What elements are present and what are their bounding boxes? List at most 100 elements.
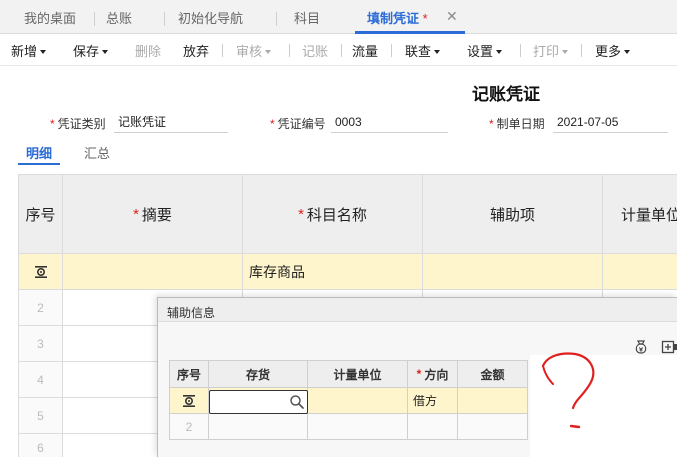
print-label: 打印 bbox=[533, 44, 560, 59]
row4-summary-cell[interactable] bbox=[63, 362, 158, 398]
row-settings-gear[interactable] bbox=[18, 254, 63, 290]
required-mark: * bbox=[133, 205, 139, 223]
audit-button[interactable]: 审核 bbox=[236, 41, 272, 60]
tab-fill-voucher[interactable]: 填制凭证 * bbox=[367, 0, 428, 34]
tab-separator bbox=[94, 12, 95, 26]
new-button[interactable]: 新增 bbox=[11, 41, 47, 60]
col-header-summary-text: 摘要 bbox=[141, 206, 172, 224]
flow-button[interactable]: 流量 bbox=[352, 41, 378, 60]
voucher-type-label: * 凭证类别 bbox=[50, 115, 106, 132]
tab-init-navigation[interactable]: 初始化导航 bbox=[178, 0, 243, 34]
print-button[interactable]: 打印 bbox=[533, 41, 569, 60]
aux-row2-inventory-cell[interactable] bbox=[209, 414, 308, 440]
col-header-summary: * 摘要 bbox=[63, 174, 243, 254]
tab-fill-voucher-label: 填制凭证 bbox=[367, 11, 420, 26]
col-header-account-text: 科目名称 bbox=[306, 206, 367, 224]
aux-col-header-inventory: 存货 bbox=[209, 360, 308, 388]
close-icon[interactable]: ✕ bbox=[446, 9, 458, 23]
audit-button-label: 审核 bbox=[236, 44, 263, 59]
tab-separator bbox=[164, 12, 165, 26]
inventory-search-input[interactable] bbox=[209, 390, 308, 414]
chevron-down-icon bbox=[562, 50, 569, 54]
abandon-button[interactable]: 放弃 bbox=[183, 41, 209, 60]
aux-col-header-unit: 计量单位 bbox=[308, 360, 408, 388]
row1-summary-cell[interactable] bbox=[63, 254, 243, 290]
tab-general-ledger[interactable]: 总账 bbox=[106, 0, 132, 34]
settings-button[interactable]: 设置 bbox=[467, 41, 503, 60]
question-mark-annotation bbox=[541, 352, 595, 429]
aux-col-header-direction: * 方向 bbox=[408, 360, 458, 388]
row-number: 3 bbox=[18, 326, 63, 362]
row6-summary-cell[interactable] bbox=[63, 434, 158, 457]
aux-col-header-seq: 序号 bbox=[169, 360, 209, 388]
voucher-number-label-text: 凭证编号 bbox=[277, 117, 326, 131]
voucher-date-label-text: 制单日期 bbox=[496, 117, 545, 131]
col-header-unit: 计量单位 bbox=[603, 174, 677, 254]
toolbar-separator bbox=[520, 44, 521, 57]
money-bag-icon[interactable] bbox=[633, 339, 649, 355]
toolbar-separator bbox=[289, 44, 290, 57]
tab-separator bbox=[276, 12, 277, 26]
toolbar: 新增 保存 删除 放弃 审核 记账 流量 联查 设置 打印 更多 bbox=[0, 34, 677, 66]
toolbar-separator bbox=[222, 44, 223, 57]
col-header-seq: 序号 bbox=[18, 174, 63, 254]
required-mark: * bbox=[298, 205, 304, 223]
toolbar-separator bbox=[581, 44, 582, 57]
col-header-account: * 科目名称 bbox=[243, 174, 423, 254]
voucher-type-label-text: 凭证类别 bbox=[57, 117, 106, 131]
row3-summary-cell[interactable] bbox=[63, 326, 158, 362]
link-query-label: 联查 bbox=[405, 44, 432, 59]
search-icon[interactable] bbox=[289, 394, 305, 410]
detail-tab-indicator bbox=[18, 163, 60, 165]
chevron-down-icon bbox=[496, 50, 503, 54]
required-mark: * bbox=[416, 367, 422, 381]
voucher-number-label: * 凭证编号 bbox=[270, 115, 326, 132]
voucher-number-field[interactable]: 0003 bbox=[331, 111, 448, 133]
col-header-aux: 辅助项 bbox=[423, 174, 603, 254]
voucher-date-field[interactable]: 2021-07-05 bbox=[553, 111, 668, 133]
aux-row-settings-gear[interactable] bbox=[169, 388, 209, 414]
new-button-label: 新增 bbox=[11, 44, 38, 59]
more-label: 更多 bbox=[595, 44, 622, 59]
voucher-type-field[interactable]: 记账凭证 bbox=[114, 111, 228, 133]
row5-summary-cell[interactable] bbox=[63, 398, 158, 434]
toolbar-separator bbox=[341, 44, 342, 57]
aux-row1-unit-cell[interactable] bbox=[308, 388, 408, 414]
tab-accounts[interactable]: 科目 bbox=[294, 0, 320, 34]
row-number: 2 bbox=[18, 290, 63, 326]
aux-row2-direction-cell[interactable] bbox=[408, 414, 458, 440]
post-button[interactable]: 记账 bbox=[302, 41, 328, 60]
gear-icon bbox=[183, 394, 195, 407]
add-row-icon[interactable] bbox=[661, 339, 677, 355]
row1-account-cell[interactable]: 库存商品 bbox=[243, 254, 423, 290]
required-mark: * bbox=[270, 117, 275, 131]
aux-row2-amount-cell[interactable] bbox=[458, 414, 528, 440]
more-button[interactable]: 更多 bbox=[595, 41, 631, 60]
row-number: 6 bbox=[18, 434, 63, 457]
voucher-title: 记账凭证 bbox=[472, 85, 540, 104]
tab-detail[interactable]: 明细 bbox=[26, 143, 52, 162]
toolbar-separator bbox=[391, 44, 392, 57]
tab-my-desktop[interactable]: 我的桌面 bbox=[24, 0, 76, 34]
aux-col-header-amount: 金额 bbox=[458, 360, 528, 388]
aux-row1-amount-cell[interactable] bbox=[458, 388, 528, 414]
aux-row1-direction-cell[interactable]: 借方 bbox=[408, 388, 458, 414]
gear-icon bbox=[34, 265, 47, 278]
row-number: 4 bbox=[18, 362, 63, 398]
aux-row2-unit-cell[interactable] bbox=[308, 414, 408, 440]
chevron-down-icon bbox=[624, 50, 631, 54]
delete-button[interactable]: 删除 bbox=[135, 41, 161, 60]
settings-label: 设置 bbox=[467, 44, 494, 59]
voucher-date-label: * 制单日期 bbox=[489, 115, 545, 132]
dialog-header[interactable]: 辅助信息 bbox=[158, 298, 677, 322]
row1-aux-cell[interactable] bbox=[423, 254, 603, 290]
aux-row-number: 2 bbox=[169, 414, 209, 440]
chevron-down-icon bbox=[40, 50, 47, 54]
dialog-title: 辅助信息 bbox=[167, 306, 216, 320]
save-button[interactable]: 保存 bbox=[73, 41, 109, 60]
row1-unit-cell[interactable] bbox=[603, 254, 677, 290]
link-query-button[interactable]: 联查 bbox=[405, 41, 441, 60]
chevron-down-icon bbox=[265, 50, 272, 54]
row-number: 5 bbox=[18, 398, 63, 434]
tab-summary[interactable]: 汇总 bbox=[84, 143, 110, 162]
